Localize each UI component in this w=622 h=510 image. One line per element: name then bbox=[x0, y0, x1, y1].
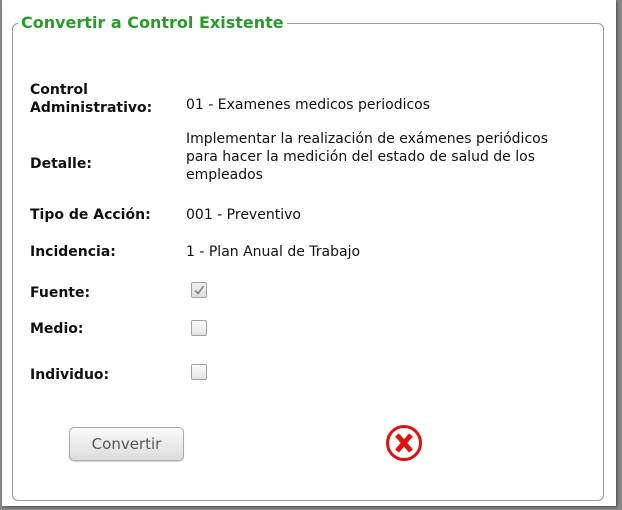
close-icon[interactable] bbox=[385, 424, 423, 462]
check-icon bbox=[194, 285, 205, 295]
control-label-line1: Control bbox=[30, 82, 88, 98]
control-value: 01 - Examenes medicos periodicos bbox=[186, 97, 431, 113]
control-label-line2: Administrativo: bbox=[30, 100, 153, 116]
individuo-checkbox[interactable] bbox=[191, 364, 207, 380]
medio-label: Medio: bbox=[30, 321, 84, 337]
incidencia-value: 1 - Plan Anual de Trabajo bbox=[186, 244, 361, 260]
medio-checkbox[interactable] bbox=[191, 320, 207, 336]
control-label: Control Administrativo: bbox=[30, 81, 152, 117]
detalle-value: Implementar la realización de exámenes p… bbox=[186, 130, 548, 184]
detalle-label: Detalle: bbox=[30, 156, 92, 172]
convert-dialog: Convertir a Control Existente Control Ad… bbox=[2, 0, 616, 506]
detalle-line: empleados bbox=[186, 167, 263, 183]
convertir-button[interactable]: Convertir bbox=[69, 427, 184, 461]
tipo-accion-label: Tipo de Acción: bbox=[30, 207, 151, 223]
incidencia-label: Incidencia: bbox=[30, 244, 116, 260]
fieldset-legend: Convertir a Control Existente bbox=[18, 13, 287, 33]
detalle-line: Implementar la realización de exámenes p… bbox=[186, 131, 549, 147]
fuente-checkbox[interactable] bbox=[191, 282, 207, 298]
tipo-accion-value: 001 - Preventivo bbox=[186, 207, 301, 223]
individuo-label: Individuo: bbox=[30, 367, 110, 383]
detalle-line: para hacer la medición del estado de sal… bbox=[186, 149, 535, 165]
fuente-label: Fuente: bbox=[30, 285, 91, 301]
